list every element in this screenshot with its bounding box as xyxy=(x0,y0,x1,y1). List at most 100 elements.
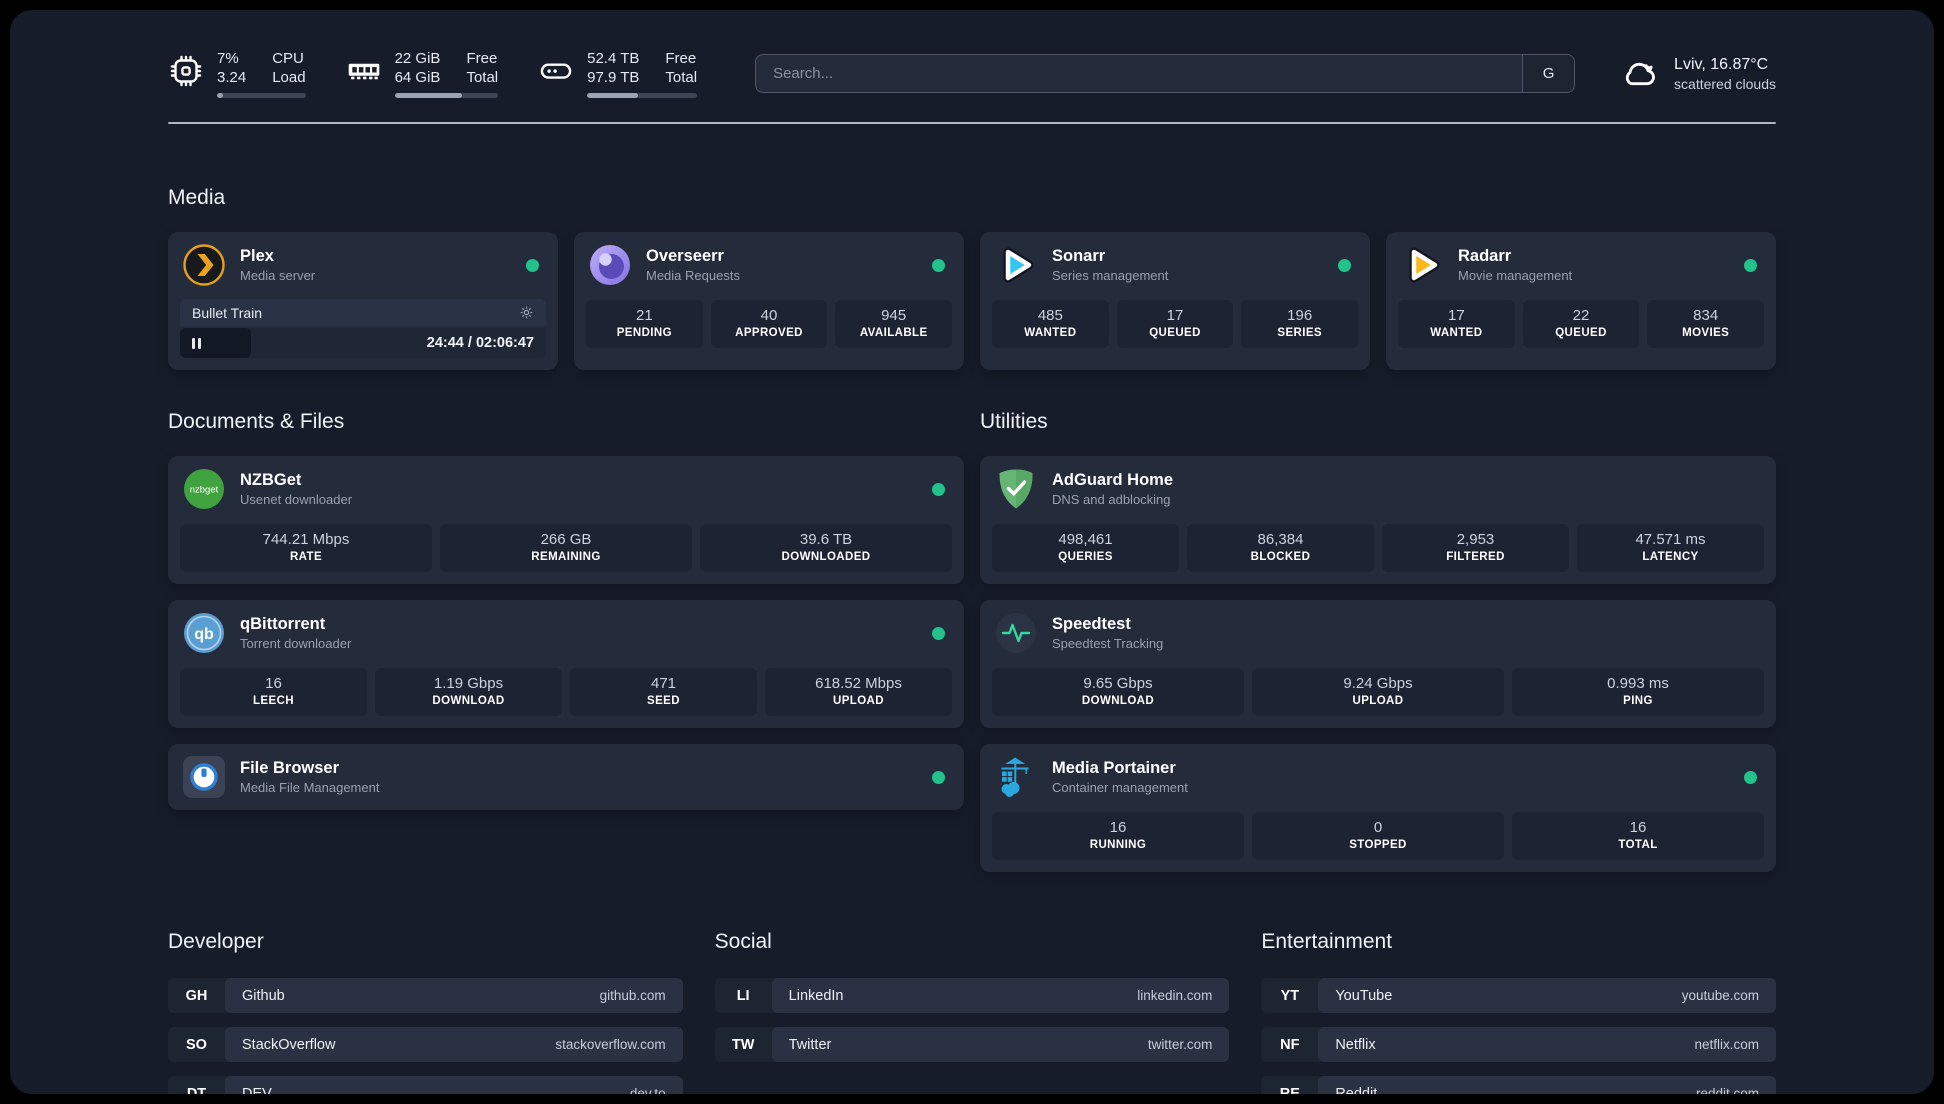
section-title-developer: Developer xyxy=(168,930,264,953)
player-time: 24:44 / 02:06:47 xyxy=(426,335,534,351)
stat-label: UPLOAD xyxy=(833,695,884,707)
overseerr-card[interactable]: Overseerr Media Requests 21 PENDING 40 A… xyxy=(574,232,964,370)
search-input[interactable] xyxy=(756,54,1523,92)
link-code-badge: LI xyxy=(736,987,750,1004)
stat-label: WANTED xyxy=(1430,327,1483,339)
stat-box: 9.65 Gbps DOWNLOAD xyxy=(992,668,1244,716)
stats-row: 744.21 Mbps RATE 266 GB REMAINING 39.6 T… xyxy=(168,522,964,584)
gear-icon[interactable] xyxy=(519,305,534,320)
link-row[interactable]: DT DEV dev.to xyxy=(168,1076,683,1094)
link-row[interactable]: GH Github github.com xyxy=(168,978,683,1013)
stat-value: 834 xyxy=(1693,307,1719,324)
stat-value: 39.6 TB xyxy=(799,531,853,548)
link-body: YouTube youtube.com xyxy=(1318,978,1776,1013)
link-body: DEV dev.to xyxy=(225,1076,683,1094)
player-progress-bar[interactable]: 24:44 / 02:06:47 xyxy=(180,328,546,358)
search-bar: G xyxy=(755,53,1576,93)
nzbget-icon: nzbget xyxy=(182,467,226,511)
memory-progress-bar xyxy=(394,92,499,98)
disk-label-bottom: Total xyxy=(665,68,698,86)
link-code-badge: GH xyxy=(185,987,208,1004)
weather-location-temp: Lviv, 16.87°C xyxy=(1674,55,1769,73)
link-row[interactable]: YT YouTube youtube.com xyxy=(1261,978,1776,1013)
stat-value: 47.571 ms xyxy=(1635,531,1706,548)
developer-column: Developer GH Github github.com SO StackO… xyxy=(168,930,683,1094)
cpu-progress-fill xyxy=(217,92,224,98)
weather-text: Lviv, 16.87°C scattered clouds xyxy=(1674,54,1776,93)
status-dot xyxy=(932,770,945,784)
section-title-social: Social xyxy=(714,930,772,953)
link-name: StackOverflow xyxy=(242,1036,336,1053)
stat-box: 744.21 Mbps RATE xyxy=(180,524,432,572)
stat-label: PENDING xyxy=(616,327,672,339)
stat-box: 2,953 FILTERED xyxy=(1382,524,1569,572)
link-code-badge: RE xyxy=(1279,1085,1300,1095)
speedtest-pulse-icon xyxy=(994,611,1038,655)
link-row[interactable]: NF Netflix netflix.com xyxy=(1261,1027,1776,1062)
disk-progress-fill xyxy=(587,92,638,98)
status-dot xyxy=(1338,258,1351,272)
plex-now-playing: Bullet Train 24:44 / 02:06:47 xyxy=(180,299,546,358)
cloud-icon xyxy=(1619,53,1659,93)
stat-box: 16 LEECH xyxy=(180,668,367,716)
stat-box: 485 WANTED xyxy=(992,300,1109,348)
speedtest-card[interactable]: Speedtest Speedtest Tracking 9.65 Gbps D… xyxy=(980,600,1776,728)
cpu-load-value: 3.24 xyxy=(217,68,247,86)
stat-label: QUEUED xyxy=(1555,327,1607,339)
link-row[interactable]: LI LinkedIn linkedin.com xyxy=(714,978,1230,1013)
nzbget-card[interactable]: nzbget NZBGet Usenet downloader 744.21 M… xyxy=(168,456,964,584)
stat-box: 16 RUNNING xyxy=(992,812,1244,860)
stat-value: 16 xyxy=(1629,819,1647,836)
stat-box: 39.6 TB DOWNLOADED xyxy=(700,524,952,572)
stat-box: 86,384 BLOCKED xyxy=(1187,524,1374,572)
topbar: 7% 3.24 CPU Load 22 GiB 64 GiB Free Tota… xyxy=(168,44,1776,102)
stats-row: 498,461 QUERIES 86,384 BLOCKED 2,953 FIL… xyxy=(980,522,1776,584)
link-code-badge: YT xyxy=(1280,987,1300,1004)
sonarr-card[interactable]: Sonarr Series management 485 WANTED 17 Q… xyxy=(980,232,1370,370)
social-links: LI LinkedIn linkedin.com TW Twitter twit… xyxy=(714,978,1230,1062)
stat-box: 17 WANTED xyxy=(1398,300,1515,348)
stat-box: 266 GB REMAINING xyxy=(440,524,692,572)
stat-label: REMAINING xyxy=(531,551,601,563)
link-url: linkedin.com xyxy=(1137,988,1213,1003)
app-title: Radarr xyxy=(1458,247,1512,265)
stat-label: RATE xyxy=(289,551,323,563)
stat-box: 196 SERIES xyxy=(1241,300,1359,348)
weather-condition: scattered clouds xyxy=(1674,75,1776,92)
stat-value: 266 GB xyxy=(540,531,592,548)
app-subtitle: Media File Management xyxy=(240,780,380,795)
radarr-card[interactable]: Radarr Movie management 17 WANTED 22 QUE… xyxy=(1386,232,1776,370)
status-dot xyxy=(932,626,945,640)
plex-card[interactable]: Plex Media server Bullet Train 24:44 / 0… xyxy=(168,232,558,370)
pause-icon[interactable] xyxy=(192,337,201,349)
app-title: qBittorrent xyxy=(240,615,326,633)
filebrowser-card[interactable]: File Browser Media File Management xyxy=(168,744,964,810)
social-column: Social LI LinkedIn linkedin.com TW Twitt… xyxy=(714,930,1230,1094)
adguard-card[interactable]: AdGuard Home DNS and adblocking 498,461 … xyxy=(980,456,1776,584)
link-url: youtube.com xyxy=(1681,988,1759,1003)
dashboard-window: 7% 3.24 CPU Load 22 GiB 64 GiB Free Tota… xyxy=(10,10,1934,1094)
stat-label: APPROVED xyxy=(735,327,803,339)
link-row[interactable]: RE Reddit reddit.com xyxy=(1261,1076,1776,1094)
memory-label-bottom: Total xyxy=(466,68,499,86)
cpu-label-top: CPU xyxy=(272,49,304,67)
app-title: Media Portainer xyxy=(1052,759,1176,777)
radarr-icon xyxy=(1400,243,1444,287)
link-row[interactable]: TW Twitter twitter.com xyxy=(714,1027,1230,1062)
link-body: Github github.com xyxy=(225,978,683,1013)
link-url: stackoverflow.com xyxy=(555,1037,666,1052)
qbittorrent-card[interactable]: qb qBittorrent Torrent downloader 16 LEE… xyxy=(168,600,964,728)
stat-label: SERIES xyxy=(1277,327,1322,339)
memory-total-value: 64 GiB xyxy=(394,68,441,86)
adguard-shield-icon xyxy=(994,467,1038,511)
link-row[interactable]: SO StackOverflow stackoverflow.com xyxy=(168,1027,683,1062)
stat-box: 498,461 QUERIES xyxy=(992,524,1179,572)
link-url: github.com xyxy=(599,988,666,1003)
svg-text:qb: qb xyxy=(194,626,214,643)
app-title: Speedtest xyxy=(1052,615,1131,633)
stat-value: 0.993 ms xyxy=(1607,675,1669,692)
stat-label: DOWNLOADED xyxy=(781,551,871,563)
portainer-card[interactable]: Media Portainer Container management 16 … xyxy=(980,744,1776,872)
search-engine-button[interactable]: G xyxy=(1522,54,1575,92)
section-title-media: Media xyxy=(168,186,226,209)
